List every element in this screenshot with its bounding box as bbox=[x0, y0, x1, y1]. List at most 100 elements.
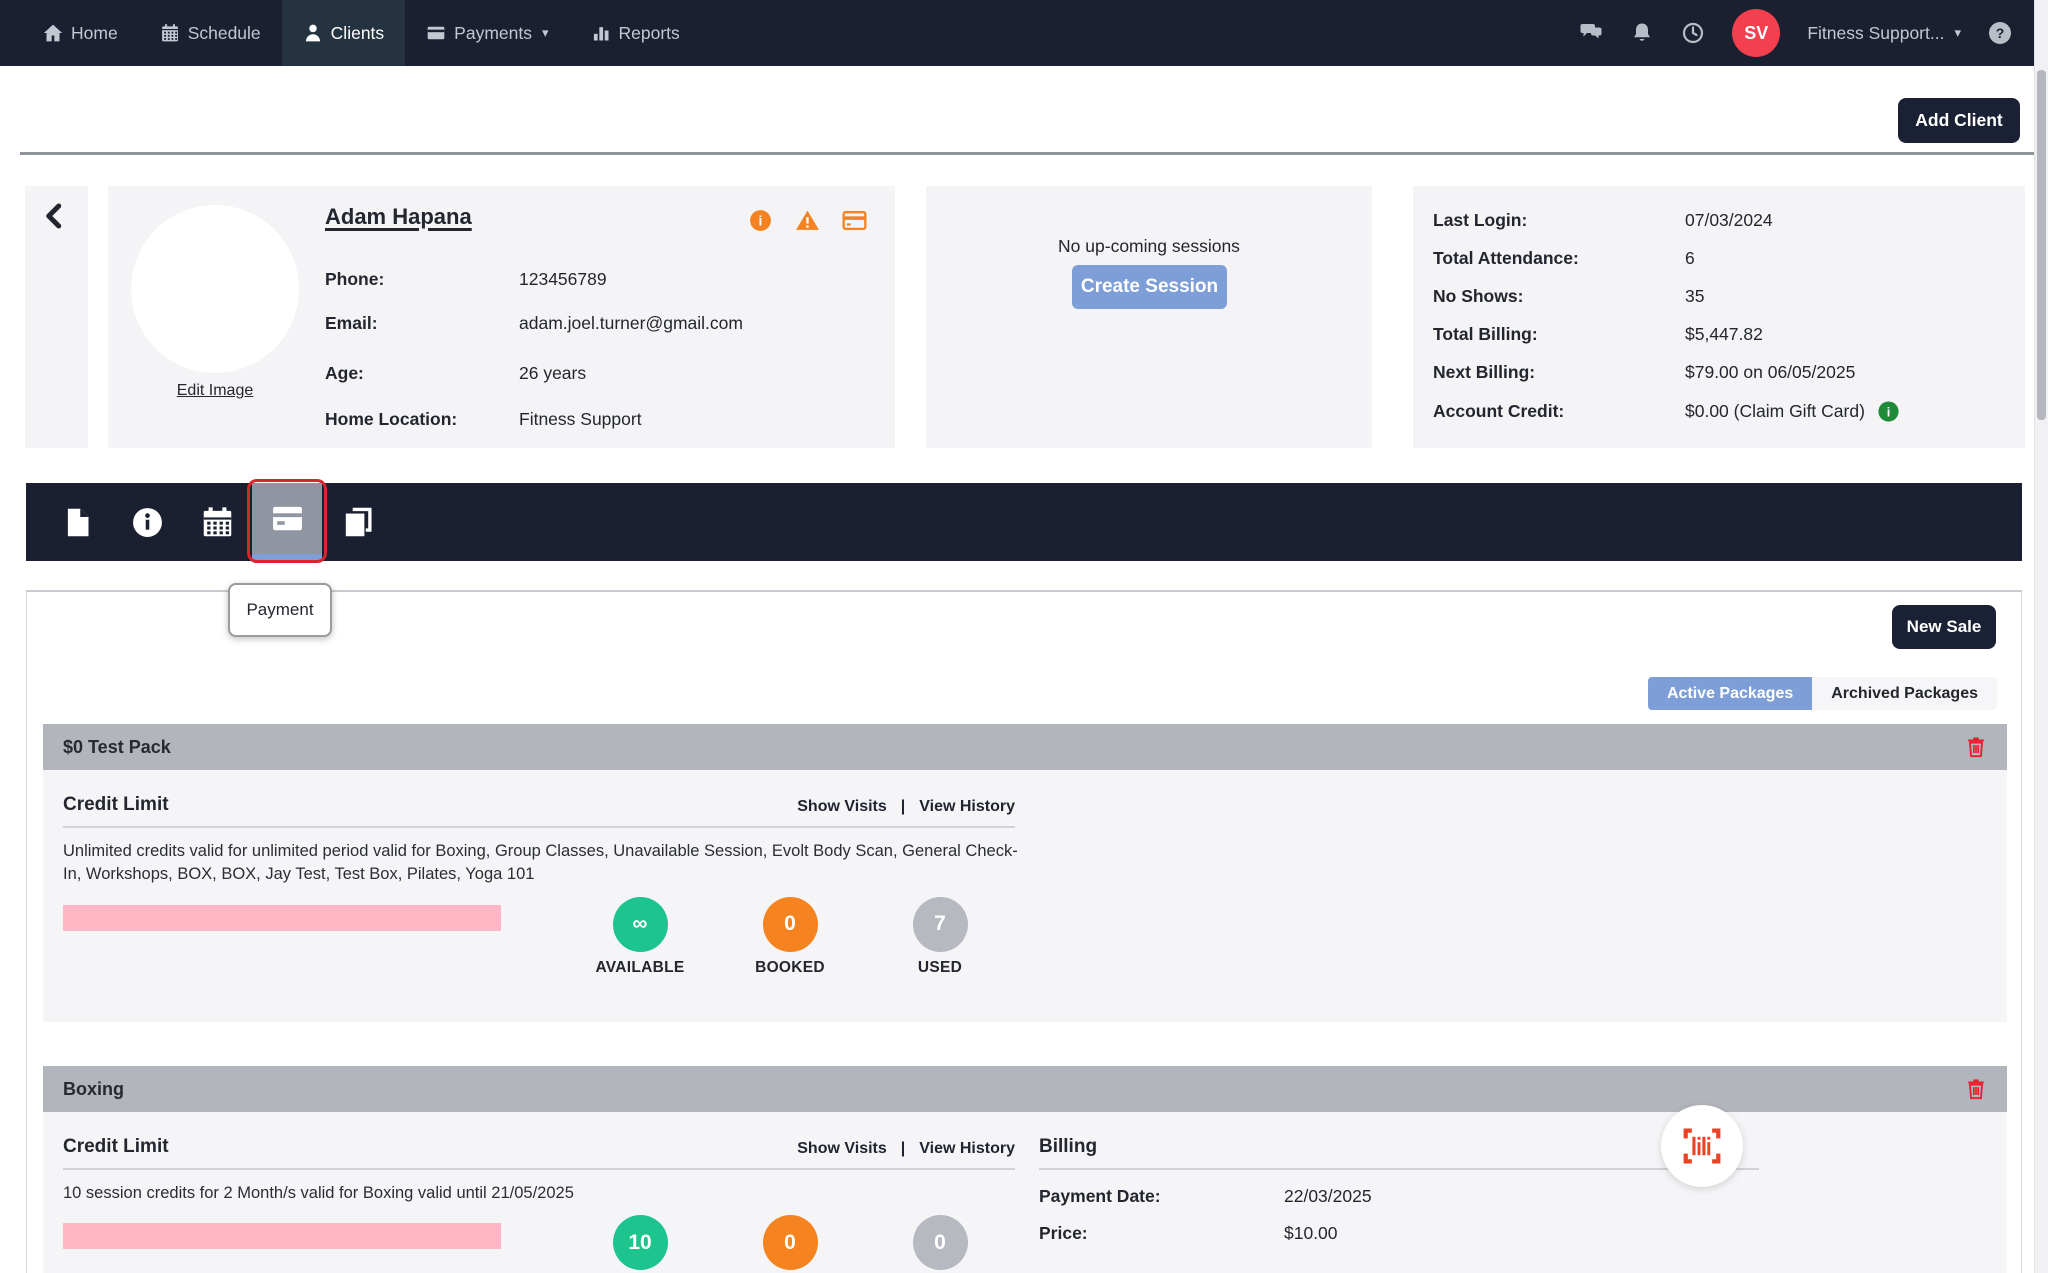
home-icon bbox=[43, 23, 63, 43]
billing-card-icon[interactable] bbox=[842, 208, 867, 233]
package-title: $0 Test Pack bbox=[63, 737, 171, 758]
used-credit: 7 USED bbox=[865, 897, 1015, 977]
archived-packages-tab[interactable]: Archived Packages bbox=[1812, 677, 1997, 710]
stat-value: $0.00 (Claim Gift Card) bbox=[1685, 401, 1865, 422]
info-circle-icon bbox=[131, 506, 164, 539]
field-value: Fitness Support bbox=[519, 409, 642, 430]
warning-icon[interactable] bbox=[795, 208, 820, 233]
available-label: AVAILABLE bbox=[595, 959, 684, 977]
credit-info-icon[interactable]: i bbox=[1877, 400, 1900, 423]
billing-header: Billing bbox=[1039, 1112, 1759, 1170]
stat-value: 35 bbox=[1685, 286, 1704, 307]
show-visits-link[interactable]: Show Visits bbox=[797, 1140, 887, 1158]
client-photo bbox=[131, 205, 299, 373]
profile-field-age: Age: 26 years bbox=[325, 363, 586, 384]
tab-payment[interactable] bbox=[252, 483, 322, 561]
scan-barcode-button[interactable] bbox=[1661, 1105, 1743, 1187]
link-separator: | bbox=[901, 798, 905, 816]
view-history-link[interactable]: View History bbox=[919, 798, 1015, 816]
nav-item-reports[interactable]: Reports bbox=[570, 0, 701, 66]
available-credit: 10 AVAILABLE bbox=[565, 1215, 715, 1273]
view-history-link[interactable]: View History bbox=[919, 1140, 1015, 1158]
booked-count: 0 bbox=[763, 897, 818, 952]
stat-label: No Shows: bbox=[1433, 286, 1685, 307]
stat-label: Next Billing: bbox=[1433, 362, 1685, 383]
available-count: ∞ bbox=[613, 897, 668, 952]
tab-documents[interactable] bbox=[42, 483, 112, 561]
profile-field-phone: Phone: 123456789 bbox=[325, 269, 607, 290]
booked-count: 0 bbox=[763, 1215, 818, 1270]
stat-label: Total Attendance: bbox=[1433, 248, 1685, 269]
create-session-button[interactable]: Create Session bbox=[1072, 265, 1227, 309]
credit-circles: 10 AVAILABLE 0 BOOKED 0 USED bbox=[565, 1215, 1015, 1273]
person-icon bbox=[303, 23, 323, 43]
tab-notes[interactable] bbox=[322, 483, 392, 561]
file-icon bbox=[61, 506, 94, 539]
nav-item-home[interactable]: Home bbox=[22, 0, 139, 66]
credit-card-icon bbox=[271, 502, 304, 535]
clock-icon[interactable] bbox=[1681, 21, 1705, 45]
field-value: adam.joel.turner@gmail.com bbox=[519, 313, 743, 334]
used-credit: 0 USED bbox=[865, 1215, 1015, 1273]
field-value: 123456789 bbox=[519, 269, 607, 290]
help-icon[interactable]: ? bbox=[1988, 21, 2012, 45]
nav-item-label: Home bbox=[71, 23, 118, 44]
billing-row-payment-date: Payment Date: 22/03/2025 bbox=[1039, 1186, 1779, 1207]
back-card bbox=[25, 186, 88, 448]
edit-image-link[interactable]: Edit Image bbox=[131, 382, 299, 400]
stat-label: Account Credit: bbox=[1433, 401, 1685, 422]
tooltip-label: Payment bbox=[246, 600, 313, 620]
avatar[interactable]: SV bbox=[1732, 9, 1780, 57]
header-divider bbox=[20, 152, 2048, 155]
field-label: Phone: bbox=[325, 269, 519, 290]
package-header: $0 Test Pack bbox=[43, 724, 2007, 770]
add-client-button[interactable]: Add Client bbox=[1898, 98, 2020, 143]
used-count: 7 bbox=[913, 897, 968, 952]
tab-schedule[interactable] bbox=[182, 483, 252, 561]
scrollbar-thumb[interactable] bbox=[2037, 70, 2046, 420]
credit-limit-column: Credit Limit Show Visits | View History … bbox=[63, 770, 1015, 977]
svg-text:i: i bbox=[759, 213, 763, 229]
field-label: Age: bbox=[325, 363, 519, 384]
calendar-icon bbox=[160, 23, 180, 43]
top-navbar: Home Schedule Clients Payments ▾ bbox=[0, 0, 2048, 66]
client-tabbar bbox=[26, 483, 2022, 561]
info-badge-icon[interactable]: i bbox=[748, 208, 773, 233]
stat-row-no-shows: No Shows: 35 bbox=[1433, 286, 1704, 307]
package-header: Boxing bbox=[43, 1066, 2007, 1112]
credit-limit-header: Credit Limit Show Visits | View History bbox=[63, 770, 1015, 828]
trash-icon[interactable] bbox=[1965, 736, 1987, 758]
tab-info[interactable] bbox=[112, 483, 182, 561]
barcode-icon bbox=[1679, 1123, 1725, 1169]
bar-chart-icon bbox=[591, 23, 611, 43]
client-name-link[interactable]: Adam Hapana bbox=[325, 204, 472, 230]
nav-item-payments[interactable]: Payments ▾ bbox=[405, 0, 569, 66]
book-icon bbox=[341, 506, 374, 539]
stat-row-total-billing: Total Billing: $5,447.82 bbox=[1433, 324, 1763, 345]
stat-value: $79.00 on 06/05/2025 bbox=[1685, 362, 1855, 383]
trash-icon[interactable] bbox=[1965, 1078, 1987, 1100]
chat-icon[interactable] bbox=[1579, 21, 1603, 45]
credit-limit-header: Credit Limit Show Visits | View History bbox=[63, 1112, 1015, 1170]
nav-item-label: Payments bbox=[454, 23, 532, 44]
show-visits-link[interactable]: Show Visits bbox=[797, 798, 887, 816]
chevron-down-icon: ▾ bbox=[542, 25, 549, 41]
payment-tooltip: Payment bbox=[228, 583, 332, 637]
client-profile-card: Edit Image Adam Hapana i Phone: 12345678… bbox=[108, 186, 895, 448]
credit-circles: ∞ AVAILABLE 0 BOOKED 7 USED bbox=[565, 897, 1015, 977]
link-separator: | bbox=[901, 1140, 905, 1158]
nav-left: Home Schedule Clients Payments ▾ bbox=[22, 0, 701, 66]
account-menu[interactable]: Fitness Support... ▾ bbox=[1807, 23, 1961, 44]
bell-icon[interactable] bbox=[1630, 21, 1654, 45]
chevron-left-icon[interactable] bbox=[40, 201, 70, 231]
stat-label: Last Login: bbox=[1433, 210, 1685, 231]
new-sale-button[interactable]: New Sale bbox=[1892, 605, 1996, 649]
nav-item-clients[interactable]: Clients bbox=[282, 0, 406, 66]
profile-field-email: Email: adam.joel.turner@gmail.com bbox=[325, 313, 743, 334]
page-scrollbar[interactable] bbox=[2034, 0, 2048, 1273]
packages-toggle: Active Packages Archived Packages bbox=[1648, 677, 1997, 710]
billing-value: 22/03/2025 bbox=[1284, 1186, 1372, 1207]
nav-item-schedule[interactable]: Schedule bbox=[139, 0, 282, 66]
active-packages-tab[interactable]: Active Packages bbox=[1648, 677, 1812, 710]
page: Home Schedule Clients Payments ▾ bbox=[0, 0, 2048, 1273]
